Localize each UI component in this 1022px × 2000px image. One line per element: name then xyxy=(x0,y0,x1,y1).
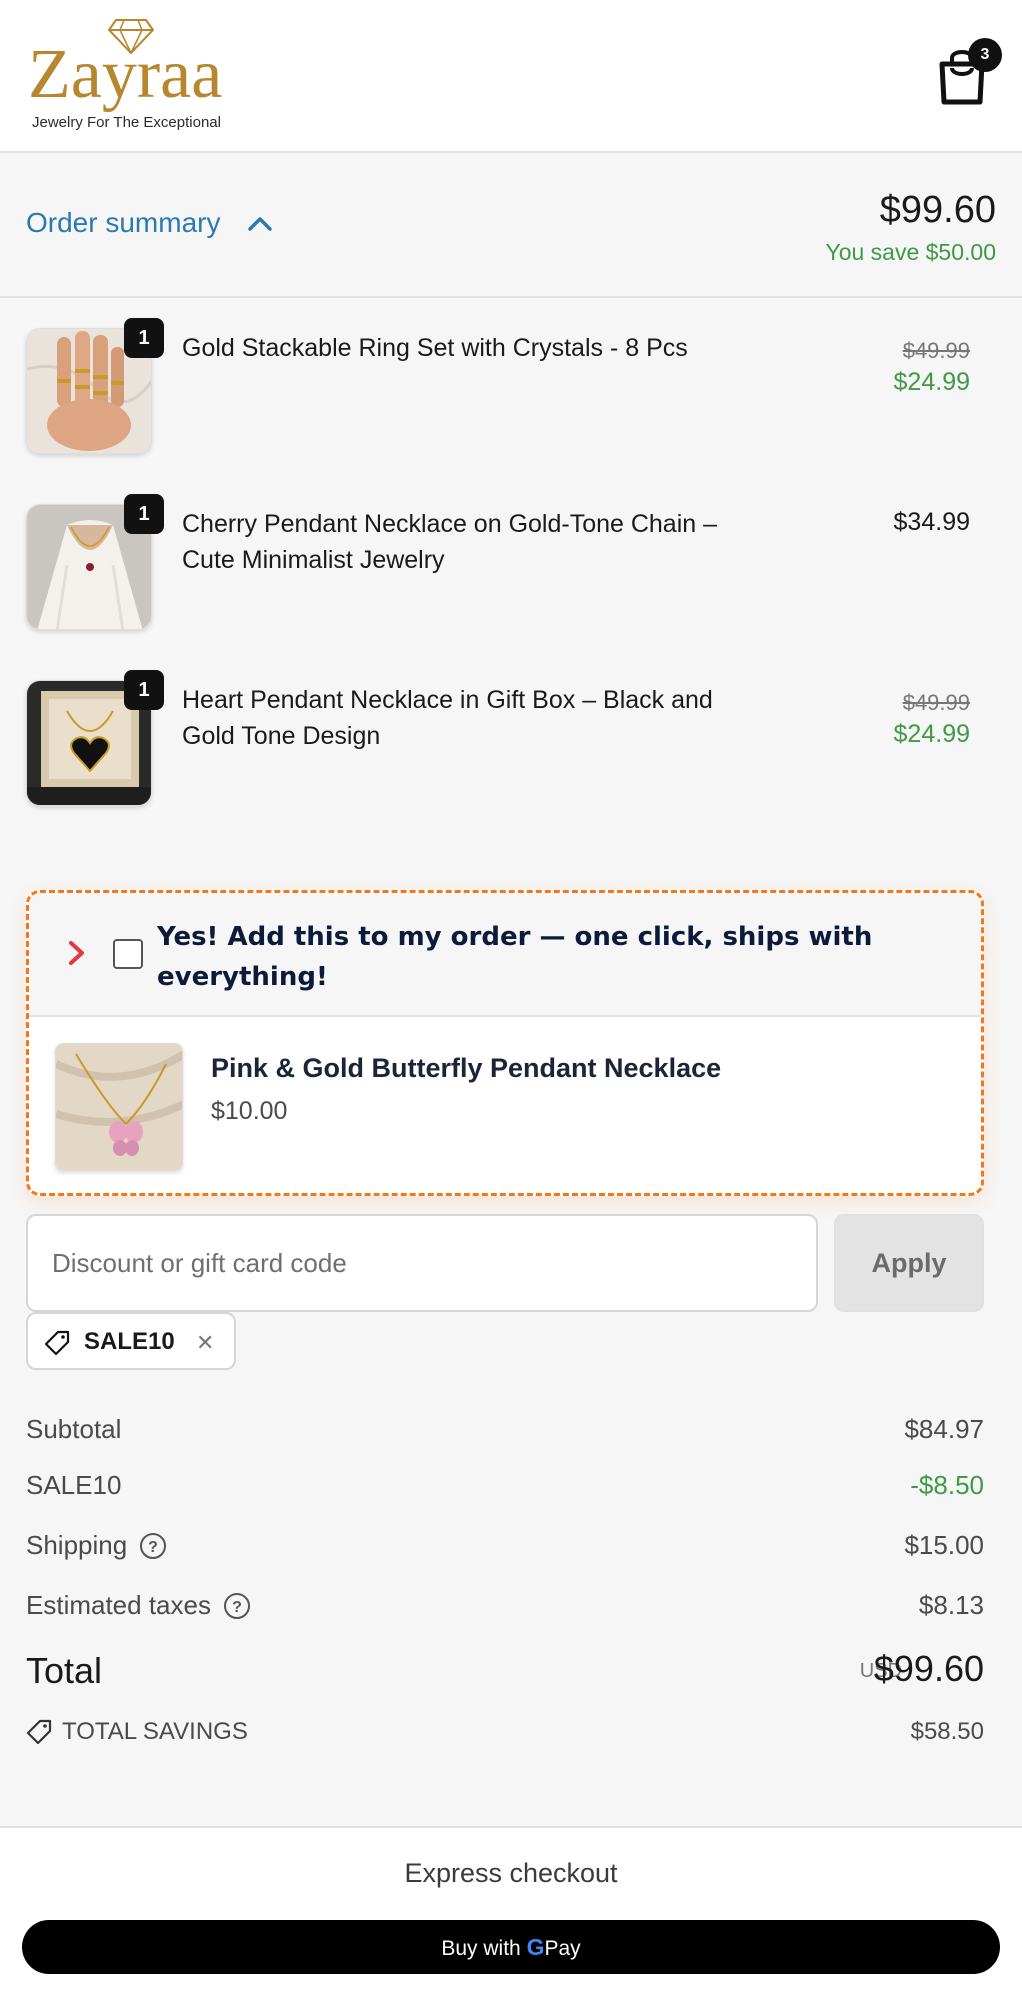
chevron-up-icon xyxy=(248,217,273,231)
add-upsell-checkbox[interactable] xyxy=(113,939,143,969)
google-g-icon: G xyxy=(526,1934,545,1960)
summary-savings: You save $50.00 xyxy=(825,239,996,265)
upsell-product-price: $10.00 xyxy=(211,1097,288,1125)
help-circle-icon[interactable]: ? xyxy=(139,1532,167,1560)
discount-value: -$8.50 xyxy=(910,1470,984,1500)
shipping-value: $15.00 xyxy=(904,1530,984,1560)
remove-discount-icon[interactable]: ✕ xyxy=(196,1330,214,1356)
total-label: Total xyxy=(26,1650,103,1691)
line-item: 1 Cherry Pendant Necklace on Gold-Tone C… xyxy=(26,494,996,630)
order-summary-label: Order summary xyxy=(26,207,221,238)
taxes-value: $8.13 xyxy=(918,1590,984,1620)
gpay-suffix: Pay xyxy=(544,1937,581,1960)
brand-tagline: Jewelry For The Exceptional xyxy=(32,114,221,131)
gpay-prefix: Buy with xyxy=(441,1937,521,1960)
svg-text:?: ? xyxy=(232,1599,242,1616)
total-savings-value: $58.50 xyxy=(910,1718,984,1745)
google-pay-button[interactable]: Buy with GPay xyxy=(22,1920,1000,1974)
discount-row: SALE10 -$8.50 xyxy=(26,1470,984,1510)
product-image-butterfly-necklace xyxy=(55,1043,183,1171)
original-price: $49.99 xyxy=(902,338,970,363)
quantity-badge: 1 xyxy=(124,670,164,710)
discount-code-label: SALE10 xyxy=(26,1470,122,1500)
price: $34.99 xyxy=(893,508,970,536)
sale-price: $24.99 xyxy=(893,368,970,396)
applied-discount-chip: SALE10 ✕ xyxy=(26,1312,236,1370)
store-logo[interactable]: Zayraa Jewelry For The Exceptional xyxy=(28,18,238,138)
apply-discount-button[interactable]: Apply xyxy=(834,1214,984,1312)
tag-icon xyxy=(26,1719,52,1745)
svg-text:?: ? xyxy=(148,1539,158,1556)
quantity-badge: 1 xyxy=(124,318,164,358)
help-circle-icon[interactable]: ? xyxy=(223,1592,251,1620)
order-details: 1 Gold Stackable Ring Set with Crystals … xyxy=(0,298,1022,1826)
subtotal-value: $84.97 xyxy=(904,1414,984,1444)
line-item: 1 Gold Stackable Ring Set with Crystals … xyxy=(26,318,996,454)
applied-code: SALE10 xyxy=(84,1328,175,1355)
product-title: Heart Pendant Necklace in Gift Box – Bla… xyxy=(182,686,713,750)
shipping-row: Shipping ? $15.00 xyxy=(26,1530,984,1570)
line-item: 1 Heart Pendant Necklace in Gift Box – B… xyxy=(26,670,996,806)
product-title: Cherry Pendant Necklace on Gold-Tone Cha… xyxy=(182,510,718,574)
total-savings-label: TOTAL SAVINGS xyxy=(62,1718,248,1745)
taxes-row: Estimated taxes ? $8.13 xyxy=(26,1590,984,1630)
order-summary-bar: Order summary $99.60 You save $50.00 xyxy=(0,153,1022,298)
upsell-product-name: Pink & Gold Butterfly Pendant Necklace xyxy=(211,1053,722,1083)
order-summary-toggle[interactable]: Order summary xyxy=(26,207,276,239)
express-checkout: Express checkout Buy with GPay xyxy=(0,1826,1022,2000)
chevron-right-icon xyxy=(69,941,84,965)
total-savings-row: TOTAL SAVINGS $58.50 xyxy=(26,1718,984,1754)
brand-name: Zayraa xyxy=(28,36,223,113)
subtotal-row: Subtotal $84.97 xyxy=(26,1414,984,1454)
summary-total: $99.60 xyxy=(879,189,996,231)
tag-icon xyxy=(44,1330,70,1356)
shipping-label: Shipping xyxy=(26,1530,128,1560)
taxes-label: Estimated taxes xyxy=(26,1590,211,1620)
upsell-headline: Yes! Add this to my order — one click, s… xyxy=(157,922,873,992)
subtotal-label: Subtotal xyxy=(26,1414,122,1444)
sale-price: $24.99 xyxy=(893,720,970,748)
original-price: $49.99 xyxy=(902,690,970,715)
express-checkout-title: Express checkout xyxy=(404,1858,618,1888)
upsell-header[interactable]: Yes! Add this to my order — one click, s… xyxy=(29,893,981,1017)
product-title: Gold Stackable Ring Set with Crystals - … xyxy=(182,334,688,362)
discount-code-input[interactable] xyxy=(26,1214,818,1312)
quantity-badge: 1 xyxy=(124,494,164,534)
header: Zayraa Jewelry For The Exceptional 3 xyxy=(0,0,1022,153)
upsell-offer: Yes! Add this to my order — one click, s… xyxy=(26,890,984,1196)
cart-count-badge: 3 xyxy=(968,38,1002,72)
total-value: $99.60 xyxy=(873,1648,984,1689)
